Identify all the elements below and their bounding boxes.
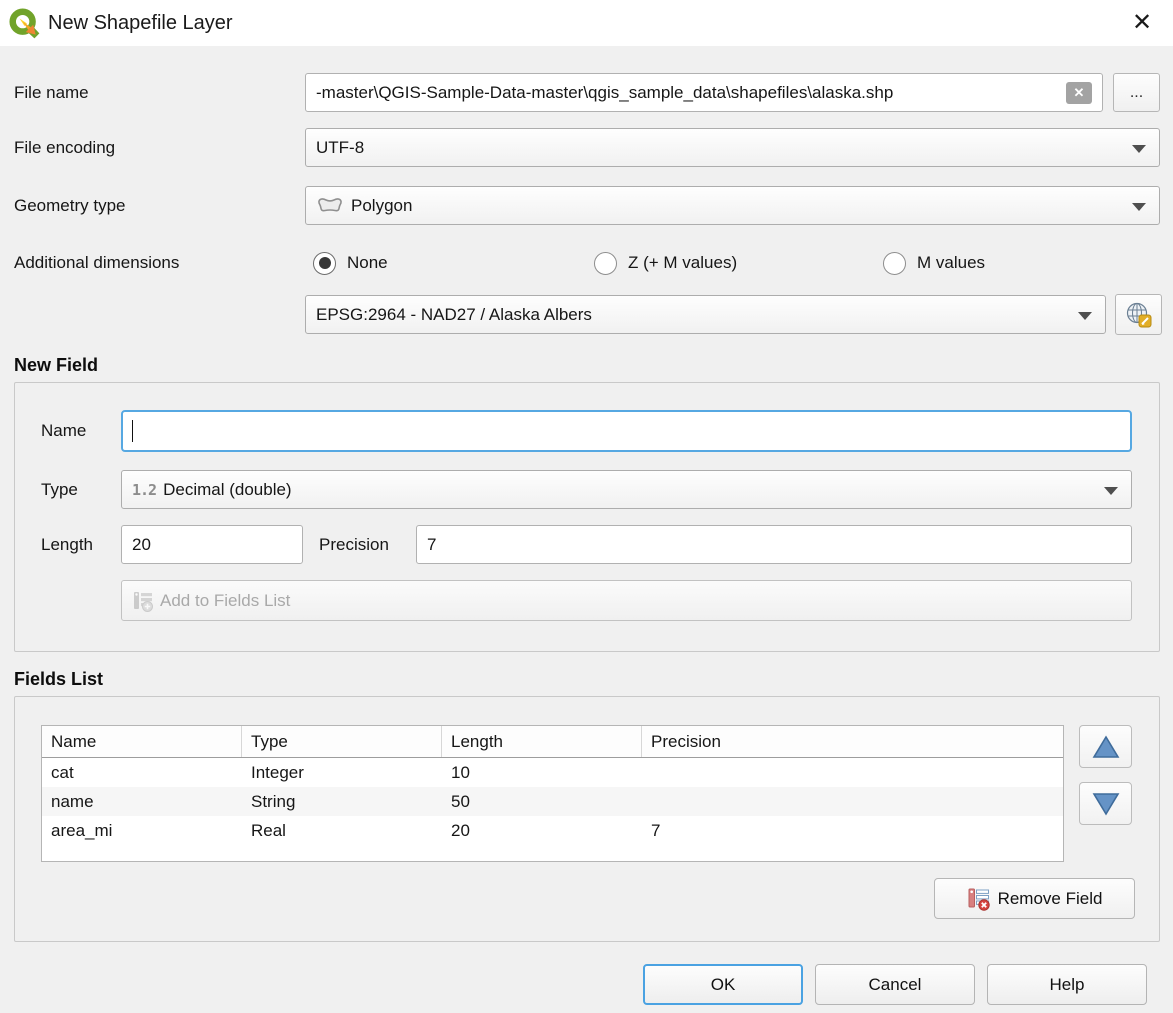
browse-button[interactable]: ... — [1113, 73, 1160, 112]
remove-field-icon — [967, 887, 991, 911]
cell-type: Integer — [242, 758, 442, 787]
fields-table[interactable]: Name Type Length Precision cat Integer 1… — [41, 725, 1064, 862]
move-field-down-button[interactable] — [1079, 782, 1132, 825]
precision-label: Precision — [319, 535, 416, 555]
arrow-down-icon — [1091, 791, 1121, 817]
fields-list-title: Fields List — [14, 669, 1160, 690]
radio-z-m-values[interactable]: Z (+ M values) — [594, 252, 883, 275]
additional-dimensions-label: Additional dimensions — [14, 253, 305, 273]
new-field-title: New Field — [14, 355, 1160, 376]
new-shapefile-layer-dialog: New Shapefile Layer ✕ File name ✕ ... Fi… — [0, 0, 1173, 1013]
decimal-type-icon: 1.2 — [132, 481, 156, 499]
cell-name: cat — [42, 758, 242, 787]
column-header-type[interactable]: Type — [242, 726, 442, 757]
cell-precision — [642, 758, 1063, 787]
cell-type: Real — [242, 816, 442, 845]
file-encoding-label: File encoding — [14, 138, 305, 158]
fields-table-header: Name Type Length Precision — [42, 726, 1063, 758]
window-title: New Shapefile Layer — [48, 12, 233, 35]
radio-none-circle[interactable] — [313, 252, 336, 275]
radio-none[interactable]: None — [305, 252, 594, 275]
new-field-group: Name Type 1.2 Decimal (double) Length — [14, 382, 1160, 652]
radio-z-circle[interactable] — [594, 252, 617, 275]
dialog-footer: OK Cancel Help — [14, 964, 1160, 1005]
cell-name: name — [42, 787, 242, 816]
polygon-icon — [316, 196, 344, 215]
chevron-down-icon — [1132, 203, 1146, 211]
name-input-text[interactable] — [133, 421, 1121, 441]
fields-list-group: Name Type Length Precision cat Integer 1… — [14, 696, 1160, 942]
add-field-icon — [132, 590, 154, 612]
cell-type: String — [242, 787, 442, 816]
file-name-input[interactable]: ✕ — [305, 73, 1103, 112]
geometry-type-value: Polygon — [351, 196, 412, 216]
select-crs-button[interactable] — [1115, 294, 1162, 335]
new-field-type-row: Type 1.2 Decimal (double) — [41, 470, 1132, 509]
file-encoding-row: File encoding UTF-8 — [14, 128, 1160, 167]
length-input[interactable] — [121, 525, 303, 564]
cell-precision — [642, 787, 1063, 816]
file-name-input-text[interactable] — [316, 83, 1060, 103]
help-button[interactable]: Help — [987, 964, 1147, 1005]
cell-name: area_mi — [42, 816, 242, 845]
add-to-fields-list-button[interactable]: Add to Fields List — [121, 580, 1132, 621]
radio-m-label: M values — [917, 253, 985, 273]
field-type-value: Decimal (double) — [163, 480, 292, 500]
ok-button[interactable]: OK — [643, 964, 803, 1005]
geometry-type-row: Geometry type Polygon — [14, 186, 1160, 225]
radio-m-values[interactable]: M values — [883, 252, 1172, 275]
field-type-select[interactable]: 1.2 Decimal (double) — [121, 470, 1132, 509]
new-field-length-row: Length Precision — [41, 525, 1132, 564]
new-field-name-row: Name — [41, 410, 1132, 452]
qgis-logo-icon — [9, 8, 40, 39]
radio-m-circle[interactable] — [883, 252, 906, 275]
crs-select[interactable]: EPSG:2964 - NAD27 / Alaska Albers — [305, 295, 1106, 334]
type-label: Type — [41, 480, 121, 500]
add-to-fields-list-label: Add to Fields List — [160, 591, 290, 611]
file-encoding-value: UTF-8 — [316, 138, 364, 158]
geometry-type-select[interactable]: Polygon — [305, 186, 1160, 225]
precision-input-text[interactable] — [427, 535, 1121, 555]
add-to-fields-row: Add to Fields List — [41, 580, 1132, 621]
chevron-down-icon — [1078, 312, 1092, 320]
dialog-body: File name ✕ ... File encoding UTF-8 Geom… — [0, 46, 1173, 1005]
remove-field-button[interactable]: Remove Field — [934, 878, 1135, 919]
cell-precision: 7 — [642, 816, 1063, 845]
column-header-precision[interactable]: Precision — [642, 726, 1063, 757]
radio-z-label: Z (+ M values) — [628, 253, 737, 273]
cancel-button[interactable]: Cancel — [815, 964, 975, 1005]
remove-field-label: Remove Field — [998, 889, 1103, 909]
table-row[interactable]: cat Integer 10 — [42, 758, 1063, 787]
column-header-length[interactable]: Length — [442, 726, 642, 757]
file-encoding-select[interactable]: UTF-8 — [305, 128, 1160, 167]
column-header-name[interactable]: Name — [42, 726, 242, 757]
chevron-down-icon — [1104, 487, 1118, 495]
cell-length: 20 — [442, 816, 642, 845]
move-field-up-button[interactable] — [1079, 725, 1132, 768]
name-input[interactable] — [121, 410, 1132, 452]
radio-none-label: None — [347, 253, 388, 273]
table-row[interactable]: area_mi Real 20 7 — [42, 816, 1063, 845]
length-input-text[interactable] — [132, 535, 292, 555]
table-row[interactable]: name String 50 — [42, 787, 1063, 816]
name-label: Name — [41, 421, 121, 441]
chevron-down-icon — [1132, 145, 1146, 153]
file-name-row: File name ✕ ... — [14, 73, 1160, 112]
cell-length: 10 — [442, 758, 642, 787]
cell-length: 50 — [442, 787, 642, 816]
geometry-type-label: Geometry type — [14, 196, 305, 216]
title-bar: New Shapefile Layer ✕ — [0, 0, 1173, 46]
close-icon[interactable]: ✕ — [1125, 6, 1159, 40]
clear-filename-icon[interactable]: ✕ — [1066, 82, 1092, 104]
additional-dimensions-row: Additional dimensions None Z (+ M values… — [14, 248, 1160, 278]
globe-crs-icon — [1124, 300, 1154, 330]
arrow-up-icon — [1091, 734, 1121, 760]
precision-input[interactable] — [416, 525, 1132, 564]
crs-value: EPSG:2964 - NAD27 / Alaska Albers — [316, 305, 592, 325]
length-label: Length — [41, 535, 121, 555]
file-name-label: File name — [14, 83, 305, 103]
crs-row: EPSG:2964 - NAD27 / Alaska Albers — [14, 294, 1160, 335]
